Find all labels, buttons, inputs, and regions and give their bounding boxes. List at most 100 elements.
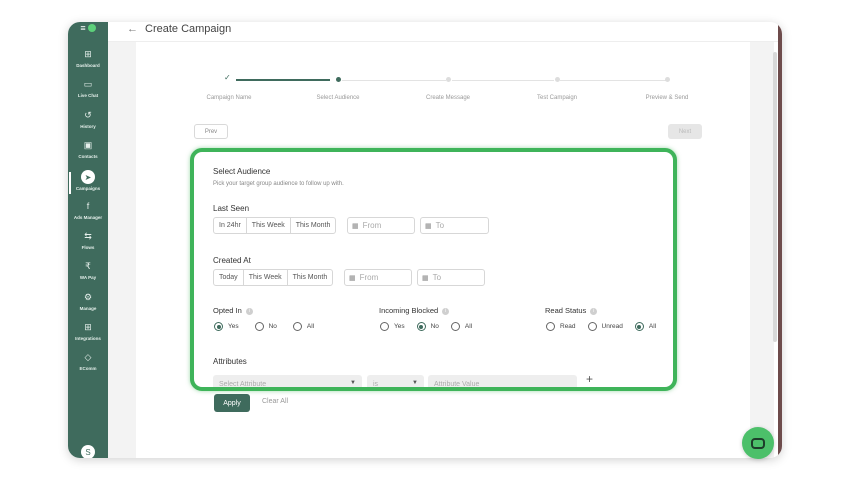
read-status-text: Read Status (545, 306, 587, 315)
radio-circle[interactable] (587, 322, 597, 331)
radio-label: Yes (394, 323, 405, 330)
scrollbar[interactable] (773, 52, 777, 342)
blocked-yes-radio[interactable]: Yes (380, 322, 405, 331)
radio-circle[interactable] (634, 322, 644, 331)
attribute-select[interactable]: Select Attribute ▼ (213, 375, 362, 388)
opted-in-radios: Yes No All (214, 322, 326, 331)
sidebar-item-wa-pay[interactable]: ₹ WA Pay (68, 261, 108, 289)
page-title: Create Campaign (145, 23, 232, 35)
blocked-no-radio[interactable]: No (416, 322, 439, 331)
apply-button[interactable]: Apply (214, 394, 250, 412)
add-attribute-icon[interactable]: + (586, 372, 593, 386)
created-from-field[interactable]: ▦ From (344, 269, 412, 286)
sidebar-item-live-chat[interactable]: ▭ Live Chat (68, 79, 108, 107)
back-arrow-icon[interactable]: ← (127, 23, 138, 35)
sidebar-item-label: Integrations (75, 336, 101, 341)
last-seen-to-field[interactable]: ▦ To (420, 217, 489, 234)
step-dot (555, 77, 560, 82)
flows-icon: ⇆ (84, 231, 92, 241)
last-seen-segment: In 24hr This Week This Month (213, 217, 337, 234)
sidebar-item-campaigns[interactable]: ➤ Campaigns (68, 170, 108, 198)
created-week-option[interactable]: This Week (244, 270, 288, 285)
opted-in-all-radio[interactable]: All (292, 322, 314, 331)
calendar-icon: ▦ (425, 222, 432, 230)
avatar[interactable]: S (81, 445, 95, 458)
sidebar-item-dashboard[interactable]: ⊞ Dashboard (68, 49, 108, 77)
step-label: Campaign Name (206, 95, 252, 101)
step-line (452, 80, 554, 81)
last-seen-from-field[interactable]: ▦ From (347, 217, 415, 234)
incoming-blocked-text: Incoming Blocked (379, 306, 439, 315)
top-bar: ← Create Campaign (108, 22, 778, 42)
opted-in-yes-radio[interactable]: Yes (214, 322, 239, 331)
blocked-all-radio[interactable]: All (450, 322, 473, 331)
caret-down-icon: ▼ (412, 380, 418, 386)
last-seen-month-option[interactable]: This Month (291, 218, 336, 233)
window-edge (778, 22, 782, 458)
caret-down-icon: ▼ (350, 380, 356, 386)
sidebar-item-flows[interactable]: ⇆ Flows (68, 231, 108, 259)
step-line (560, 80, 666, 81)
sidebar-item-integrations[interactable]: ⊞ Integrations (68, 322, 108, 350)
read-all-radio[interactable]: All (634, 322, 657, 331)
next-button[interactable]: Next (668, 124, 702, 139)
date-placeholder: To (432, 273, 442, 282)
info-icon[interactable]: i (590, 307, 598, 315)
last-seen-label: Last Seen (213, 204, 250, 213)
created-today-option[interactable]: Today (214, 270, 244, 285)
last-seen-24hr-option[interactable]: In 24hr (214, 218, 247, 233)
unread-radio[interactable]: Unread (587, 322, 623, 331)
section-title: Select Audience (213, 167, 271, 176)
chat-support-button[interactable] (742, 427, 774, 459)
radio-circle[interactable] (546, 322, 555, 331)
radio-circle[interactable] (292, 322, 302, 331)
attributes-label: Attributes (213, 357, 247, 366)
history-icon: ↺ (84, 110, 92, 120)
step-dot (446, 77, 451, 82)
sidebar-item-label: Dashboard (76, 63, 100, 68)
sidebar-item-ecomm[interactable]: ◇ EComm (68, 352, 108, 380)
created-month-option[interactable]: This Month (288, 270, 333, 285)
radio-circle[interactable] (254, 322, 264, 331)
sidebar-item-manage[interactable]: ⚙ Manage (68, 292, 108, 320)
radio-circle[interactable] (214, 322, 223, 331)
contacts-icon: ▣ (83, 140, 93, 150)
step-line (342, 80, 446, 81)
sidebar-item-label: Contacts (78, 154, 98, 159)
brand-logo: ≡ (77, 22, 99, 34)
sidebar-item-label: Live Chat (77, 93, 99, 98)
sidebar-item-label: WA Pay (79, 275, 97, 280)
radio-label: Unread (601, 323, 623, 330)
sidebar-item-ads-manager[interactable]: f Ads Manager (68, 201, 108, 229)
created-to-field[interactable]: ▦ To (417, 269, 485, 286)
sidebar-item-contacts[interactable]: ▣ Contacts (68, 140, 108, 168)
clear-all-button[interactable]: Clear All (262, 398, 288, 405)
info-icon[interactable]: i (442, 307, 450, 315)
calendar-icon: ▦ (349, 274, 356, 282)
opted-in-no-radio[interactable]: No (254, 322, 277, 331)
sidebar-item-label: Flows (81, 245, 95, 250)
radio-label: All (648, 323, 657, 330)
operator-select[interactable]: is ▼ (367, 375, 424, 387)
created-at-segment: Today This Week This Month (213, 269, 334, 286)
pay-icon: ₹ (85, 261, 91, 271)
read-status-radios: Read Unread All (546, 322, 656, 331)
radio-circle[interactable] (380, 322, 389, 331)
radio-label: All (464, 323, 473, 330)
radio-circle[interactable] (450, 322, 460, 331)
integrations-icon: ⊞ (84, 322, 92, 332)
opted-in-label: Opted In i (213, 306, 253, 315)
dashboard-icon: ⊞ (84, 49, 92, 59)
check-icon: ✓ (224, 73, 231, 82)
read-radio[interactable]: Read (546, 322, 576, 331)
prev-button[interactable]: Prev (194, 124, 228, 139)
attribute-value-input[interactable]: Attribute Value (428, 375, 577, 387)
last-seen-week-option[interactable]: This Week (247, 218, 291, 233)
incoming-blocked-radios: Yes No All (380, 322, 484, 331)
info-icon[interactable]: i (245, 307, 253, 315)
step-dot-current (336, 77, 341, 82)
chat-icon (751, 437, 765, 449)
radio-circle[interactable] (416, 322, 426, 331)
sidebar-item-history[interactable]: ↺ History (68, 110, 108, 138)
attribute-placeholder: Select Attribute (219, 380, 267, 388)
